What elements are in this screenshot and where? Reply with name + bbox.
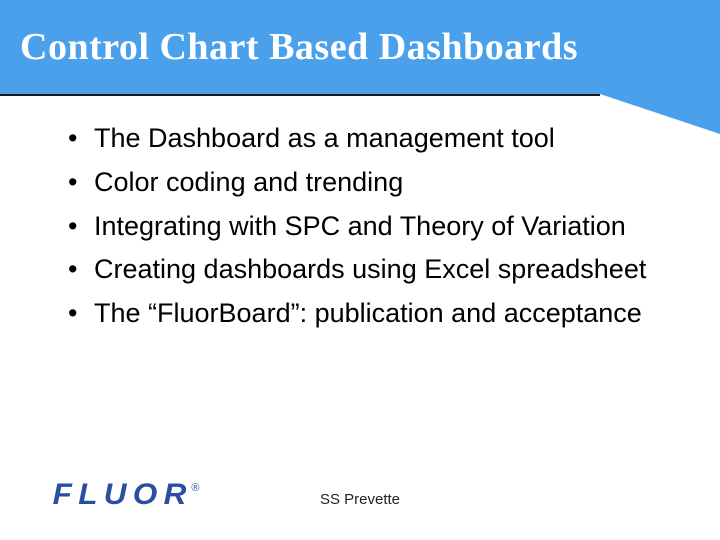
list-item: The “FluorBoard”: publication and accept… — [68, 297, 668, 331]
footer: FLUOR ® SS Prevette — [0, 462, 720, 522]
list-item: The Dashboard as a management tool — [68, 122, 668, 156]
bullet-list: The Dashboard as a management tool Color… — [68, 122, 668, 331]
list-item: Creating dashboards using Excel spreadsh… — [68, 253, 668, 287]
list-item: Color coding and trending — [68, 166, 668, 200]
title-underline — [0, 94, 600, 96]
content-area: The Dashboard as a management tool Color… — [0, 94, 720, 331]
slide-title: Control Chart Based Dashboards — [20, 25, 578, 69]
list-item: Integrating with SPC and Theory of Varia… — [68, 210, 668, 244]
author-name: SS Prevette — [0, 491, 720, 508]
title-band: Control Chart Based Dashboards — [0, 0, 720, 94]
